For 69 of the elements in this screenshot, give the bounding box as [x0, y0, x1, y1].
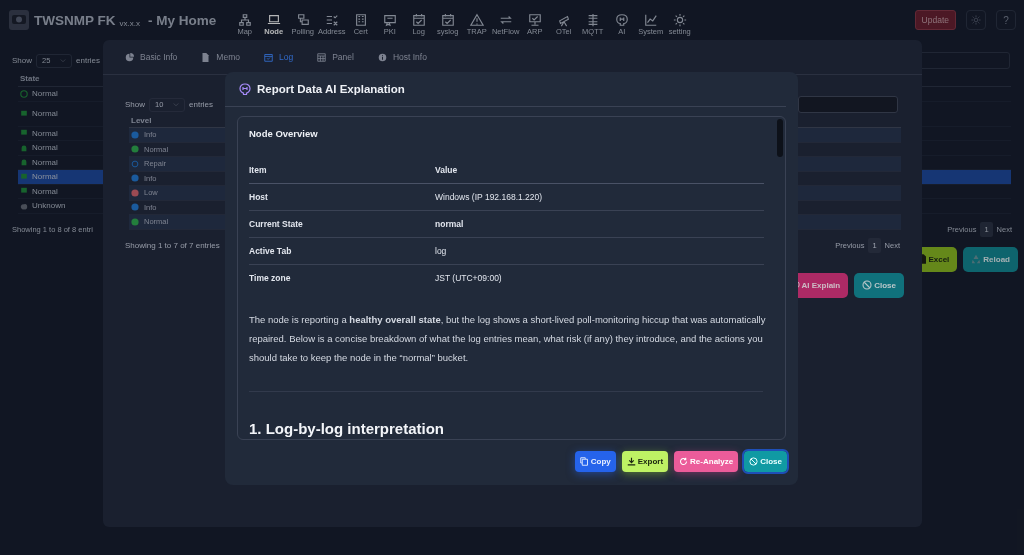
reload-button[interactable]: Reload: [963, 246, 1018, 272]
info-icon: [377, 52, 387, 62]
search-field[interactable]: [798, 96, 898, 113]
ban-icon: [749, 457, 759, 466]
network-icon: [237, 12, 252, 27]
page-title: - My Home: [147, 12, 217, 28]
laptop-icon: [266, 12, 281, 27]
scrollbar-thumb[interactable]: [777, 119, 783, 157]
info-icon: [131, 174, 139, 183]
chart-icon: [643, 12, 658, 27]
check-circle-icon: [20, 89, 28, 98]
calendar-icon: [440, 12, 455, 27]
theme-button[interactable]: [966, 10, 986, 30]
section-title: Node Overview: [249, 128, 319, 139]
ring-icon: [131, 159, 139, 168]
explanation-paragraph: The node is reporting a healthy overall state, but the log shows a short-lived poll-monitoring hiccup that was automatically repaired. Below is a concise breakdown of what the log entries mean, what risk (if any) they introduce, and the actions you should take to keep the node in the “normal” bucket.: [249, 313, 767, 365]
table-icon: [317, 52, 327, 62]
show-label: Show: [125, 100, 145, 109]
tab[interactable]: Memo: [201, 52, 240, 62]
copy-button[interactable]: Copy: [574, 451, 616, 472]
update-button[interactable]: Update: [914, 10, 956, 30]
show-label: Show: [12, 56, 32, 65]
app-title: TWSNMP FK: [34, 12, 116, 28]
table-cell-text: Windows (IP 192.168.1.220): [435, 192, 544, 202]
tab[interactable]: Basic Info: [125, 52, 178, 62]
copy-icon: [579, 457, 589, 466]
table-cell-text: JST (UTC+09:00): [435, 273, 503, 283]
re-analyze-button[interactable]: Re-Analyze: [674, 451, 739, 472]
file-icon: [201, 52, 211, 62]
warning-icon: [469, 12, 484, 27]
calendar-icon: [411, 12, 426, 27]
export-button[interactable]: Export: [621, 451, 669, 472]
alert-icon: [131, 188, 139, 197]
monitors-icon: [295, 12, 310, 27]
desktop-icon: [20, 129, 28, 138]
check-circle-icon: [131, 145, 139, 154]
ban-icon: [862, 280, 873, 290]
info-icon: [131, 130, 139, 139]
close-button[interactable]: Close: [744, 451, 787, 472]
calendar-icon: [263, 52, 273, 62]
help-button[interactable]: ?: [996, 10, 1016, 30]
table-cell-text: Host: [249, 192, 269, 202]
entries-label: entries: [189, 100, 214, 109]
download-icon: [626, 457, 636, 466]
pie-chart-icon: [125, 52, 134, 62]
version-label: vx.x.x: [119, 18, 140, 28]
table-cell-text: Current State: [249, 219, 304, 229]
refresh-icon: [679, 457, 689, 466]
logo-icon: [8, 9, 30, 31]
table-info: Showing 1 to 7 of 7 entries: [125, 240, 220, 250]
table-cell-text: Time zone: [249, 273, 292, 283]
monitor-icon: [527, 12, 542, 27]
tab[interactable]: Panel: [317, 52, 354, 62]
desktop-icon: [20, 109, 28, 118]
chevron-icon: [60, 57, 66, 64]
entries-label: entries: [76, 56, 101, 65]
table-cell-text: normal: [435, 219, 465, 229]
section-heading: 1. Log-by-log interpretation: [249, 420, 445, 438]
info-icon: [131, 203, 139, 212]
close-button[interactable]: Close: [854, 272, 904, 298]
tab[interactable]: Host Info: [377, 52, 427, 62]
sun-icon: [971, 15, 981, 25]
table-cell-text: log: [435, 246, 448, 256]
checklist-icon: [324, 12, 339, 27]
settings-icon: [672, 12, 687, 27]
chevron-icon: [173, 101, 179, 108]
check-circle-icon: [131, 217, 139, 226]
tab[interactable]: Log: [263, 52, 294, 62]
table-cell-text: Active Tab: [249, 246, 293, 256]
